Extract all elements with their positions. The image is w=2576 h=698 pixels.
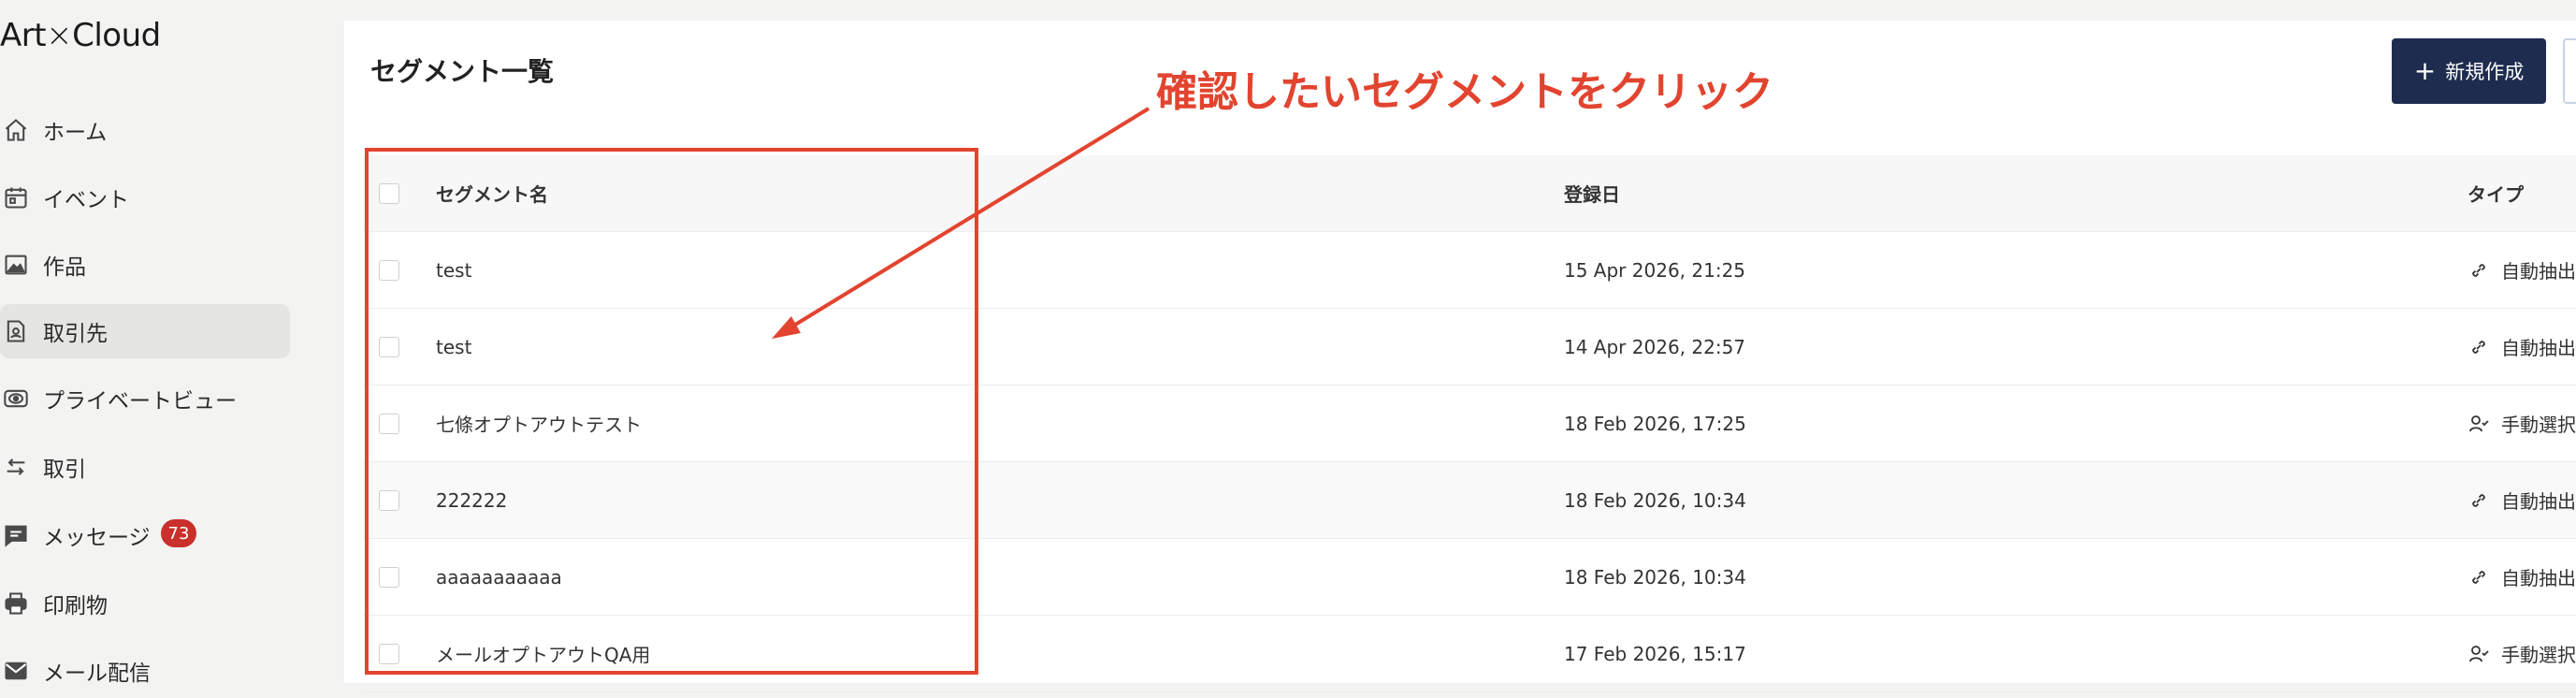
annotation-arrow [772, 107, 1151, 339]
